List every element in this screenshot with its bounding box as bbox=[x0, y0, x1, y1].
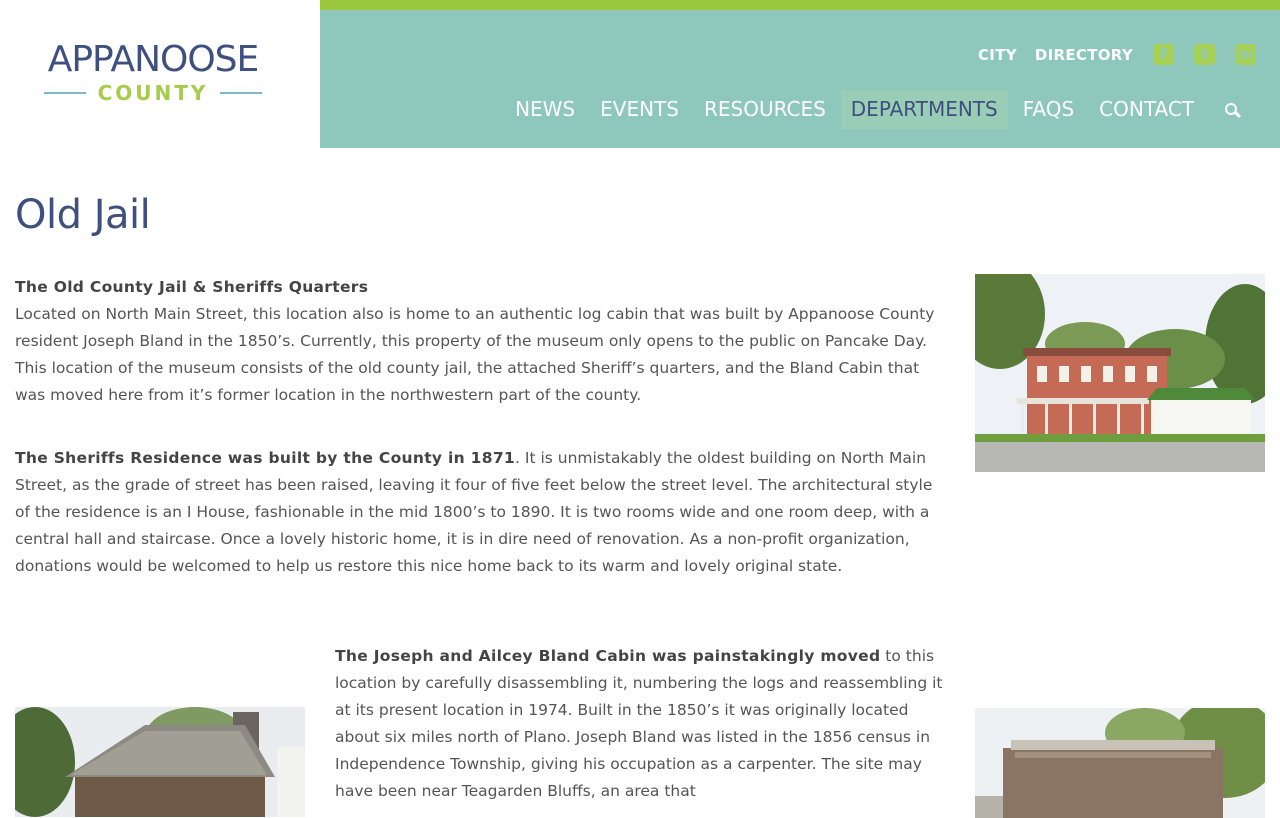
utility-link-city[interactable]: CITY bbox=[978, 46, 1017, 64]
section-bland-cabin: The Joseph and Ailcey Bland Cabin was pa… bbox=[335, 643, 955, 805]
page-title: Old Jail bbox=[15, 192, 151, 238]
logo-rule-right bbox=[220, 92, 263, 94]
logo-sub: COUNTY bbox=[31, 82, 275, 104]
section-text: to this location by carefully disassembl… bbox=[335, 647, 943, 800]
sheriff-residence-photo bbox=[975, 274, 1265, 472]
old-jail-photo bbox=[975, 708, 1265, 818]
linkedin-icon[interactable]: in bbox=[1235, 44, 1256, 65]
nav-item-departments[interactable]: DEPARTMENTS bbox=[840, 90, 1008, 129]
logo-sub-text: COUNTY bbox=[97, 81, 209, 105]
section-sheriff-residence: The Sheriffs Residence was built by the … bbox=[15, 445, 950, 580]
section-text: . It is unmistakably the oldest building… bbox=[15, 449, 933, 575]
section-text: Located on North Main Street, this locat… bbox=[15, 305, 935, 404]
log-cabin-photo bbox=[15, 707, 305, 817]
section-heading: The Joseph and Ailcey Bland Cabin was pa… bbox=[335, 647, 881, 665]
section-jail-quarters: The Old County Jail & Sheriffs Quarters L… bbox=[15, 274, 950, 409]
nav-item-events[interactable]: EVENTS bbox=[590, 90, 689, 129]
header-nav-area: CITY DIRECTORY f t in NEWS EVENTS RESOUR… bbox=[320, 0, 1280, 148]
logo-rule-left bbox=[43, 92, 86, 94]
utility-link-directory[interactable]: DIRECTORY bbox=[1035, 46, 1133, 64]
logo-area: APPANOOSE COUNTY bbox=[0, 0, 320, 148]
facebook-icon[interactable]: f bbox=[1153, 44, 1174, 65]
twitter-icon[interactable]: t bbox=[1194, 44, 1215, 65]
nav-item-contact[interactable]: CONTACT bbox=[1089, 90, 1204, 129]
social-links: f t in bbox=[1153, 44, 1256, 65]
nav-item-news[interactable]: NEWS bbox=[505, 90, 585, 129]
nav-item-resources[interactable]: RESOURCES bbox=[694, 90, 836, 129]
section-heading: The Old County Jail & Sheriffs Quarters bbox=[15, 278, 369, 296]
accent-bar bbox=[320, 0, 1280, 10]
utility-nav: CITY DIRECTORY f t in bbox=[978, 44, 1256, 65]
search-icon[interactable] bbox=[1220, 98, 1244, 122]
logo-main-text: APPANOOSE bbox=[47, 39, 260, 80]
main-nav: NEWS EVENTS RESOURCES DEPARTMENTS FAQS C… bbox=[500, 90, 1244, 129]
site-logo[interactable]: APPANOOSE COUNTY bbox=[31, 40, 275, 104]
nav-item-faqs[interactable]: FAQS bbox=[1013, 90, 1084, 129]
section-heading: The Sheriffs Residence was built by the … bbox=[15, 449, 516, 467]
